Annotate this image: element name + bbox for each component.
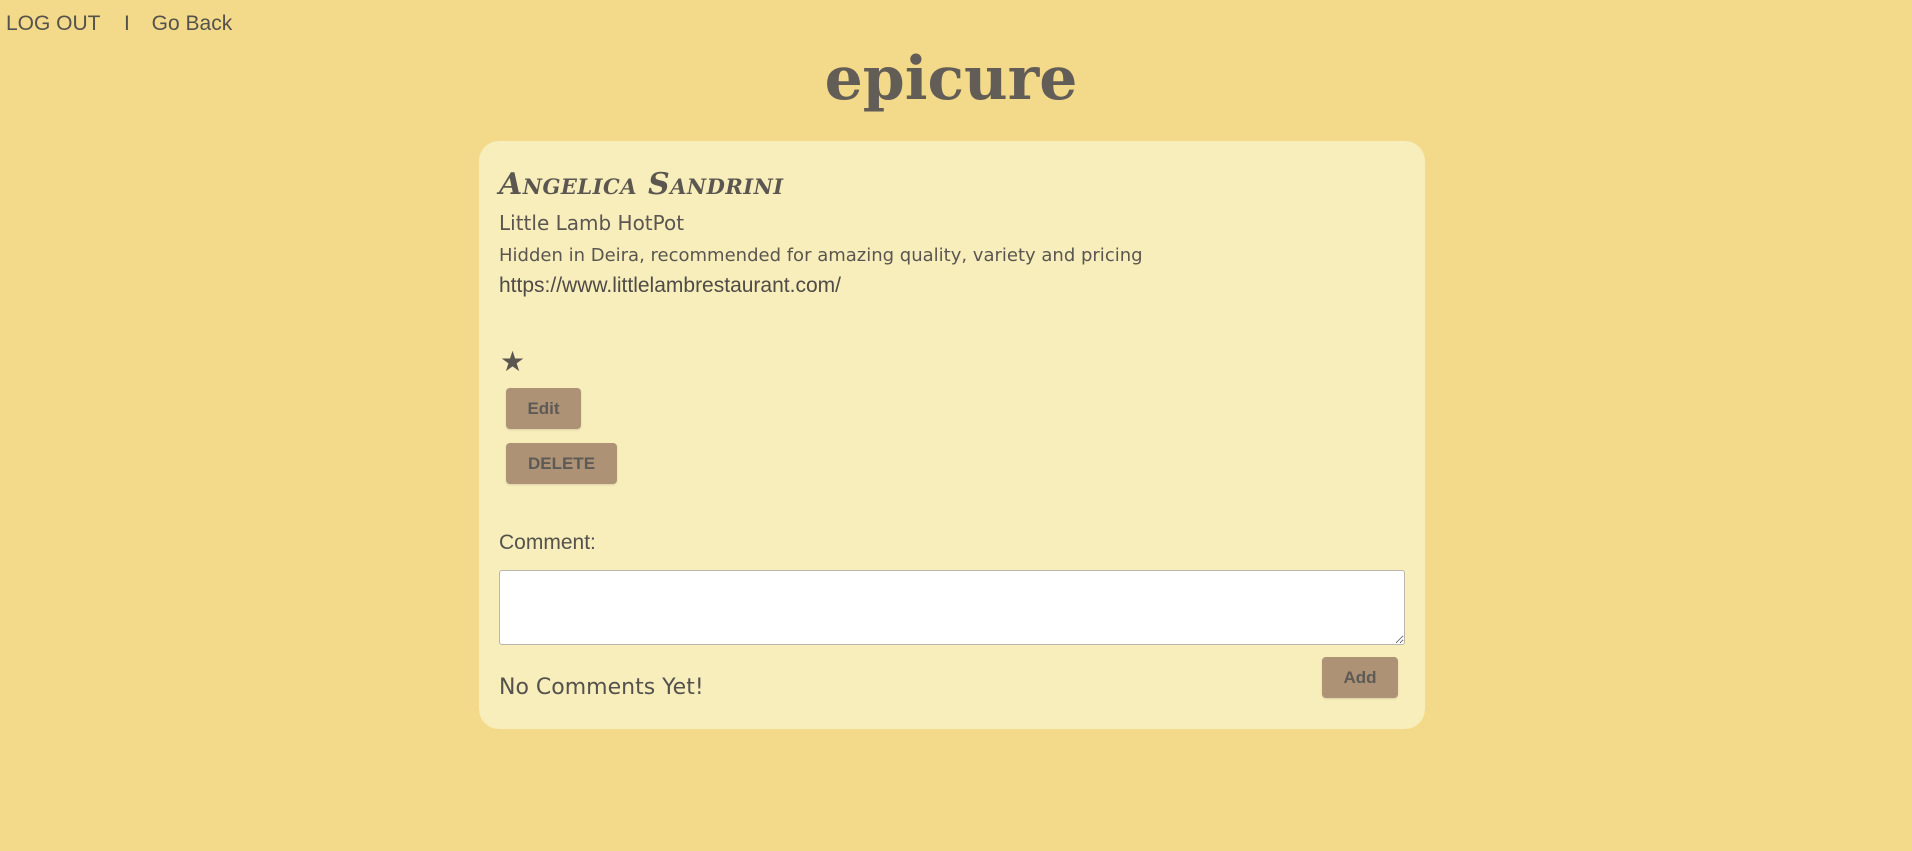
comment-label: Comment: [499,531,596,554]
restaurant-description: Hidden in Deira, recommended for amazing… [499,245,1143,266]
edit-button[interactable]: Edit [506,388,581,429]
delete-button[interactable]: DELETE [506,443,617,484]
restaurant-name: Little Lamb HotPot [499,211,685,235]
star-icon: ★ [500,346,526,377]
top-nav: LOG OUT I Go Back [6,12,232,36]
add-comment-button[interactable]: Add [1322,657,1398,698]
comment-input[interactable] [499,570,1405,645]
restaurant-url-link[interactable]: https://www.littlelambrestaurant.com/ [499,274,841,298]
post-card: Angelica Sandrini Little Lamb HotPot Hid… [479,141,1425,729]
post-author: Angelica Sandrini [499,167,784,202]
nav-separator: I [123,12,130,35]
logout-link[interactable]: LOG OUT [6,12,100,35]
site-title: epicure [824,44,1078,114]
no-comments-text: No Comments Yet! [499,675,704,700]
go-back-link[interactable]: Go Back [152,12,233,35]
